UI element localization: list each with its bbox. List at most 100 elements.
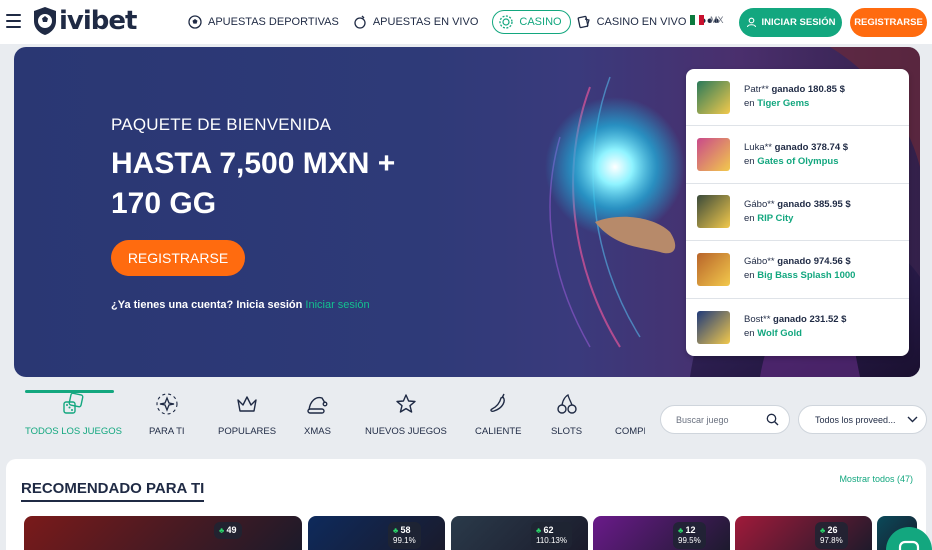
winner-game[interactable]: Big Bass Splash 1000 [757, 270, 855, 281]
banner-register-button[interactable]: REGISTRARSE [111, 240, 245, 276]
nav-apuestas-deportivas[interactable]: APUESTAS DEPORTIVAS [188, 15, 339, 29]
game-tile[interactable]: ♣ 49 [24, 516, 302, 550]
nav-casino[interactable]: CASINO [492, 10, 571, 34]
in-label: en [744, 155, 755, 167]
tab-label: SLOTS [551, 426, 583, 437]
in-label: en [744, 212, 755, 224]
game-stats: ♣ 26 97.8% [815, 522, 848, 549]
logo-text: ivibet [59, 6, 137, 36]
clover-icon: ♣ [219, 526, 225, 535]
players-count: 62 [543, 525, 554, 535]
banner-login-link[interactable]: Iniciar sesión [305, 299, 369, 311]
tab-compi[interactable]: COMPI [615, 392, 645, 437]
tab-slots[interactable]: SLOTS [551, 392, 582, 437]
players-count: 49 [226, 525, 237, 535]
clover-icon: ♣ [393, 526, 399, 535]
chili-icon [490, 393, 506, 412]
winner-row[interactable]: Bost** ganado 231.52 $ en Wolf Gold [686, 299, 909, 356]
tab-label: PARA TI [149, 426, 185, 437]
nav-label: APUESTAS EN VIVO [372, 16, 479, 28]
winner-game[interactable]: Gates of Olympus [757, 156, 838, 167]
rtp-value: 110.13% [536, 536, 567, 545]
game-tile[interactable]: ♣ 12 99.5% [593, 516, 730, 550]
search-icon[interactable] [766, 413, 779, 426]
winner-user: Luka** [744, 141, 772, 153]
game-stats: ♣ 58 99.1% [388, 522, 421, 549]
winner-text: Gábo** ganado 974.56 $ en Big Bass Splash… [744, 255, 855, 283]
clover-icon: ♣ [820, 526, 826, 535]
winner-row[interactable]: Gábo** ganado 974.56 $ en Big Bass Splash… [686, 241, 909, 299]
tab-todos-los-juegos[interactable]: TODOS LOS JUEGOS [25, 392, 122, 437]
nav-apuestas-en-vivo[interactable]: APUESTAS EN VIVO [353, 15, 479, 29]
winner-game[interactable]: Wolf Gold [757, 328, 802, 339]
live-ball-icon [354, 15, 366, 29]
winner-amount: 378.74 $ [811, 141, 849, 153]
nav-label: APUESTAS DEPORTIVAS [208, 16, 339, 28]
tab-xmas[interactable]: XMAS [304, 392, 331, 437]
winner-amount: 385.95 $ [813, 198, 851, 210]
in-label: en [744, 328, 755, 340]
game-stats: ♣ 49 [214, 522, 242, 539]
provider-select[interactable]: Todos los proveed... [798, 405, 927, 434]
recommended-section: RECOMENDADO PARA TI Mostrar todos (47) ♣… [6, 459, 926, 550]
chat-icon [898, 540, 920, 550]
winner-row[interactable]: Patr** ganado 180.85 $ en Tiger Gems [686, 69, 909, 127]
show-all-link[interactable]: Mostrar todos (47) [839, 474, 913, 484]
tab-label: XMAS [304, 426, 331, 437]
crown-icon [237, 396, 257, 412]
game-thumbnail [697, 80, 730, 114]
clover-icon: ♣ [678, 526, 684, 535]
winner-text: Gábo** ganado 385.95 $ en RIP City [744, 198, 851, 226]
mexico-flag-icon [690, 15, 705, 25]
won-label: ganado [777, 256, 812, 268]
in-label: en [744, 270, 755, 282]
game-tile[interactable]: ♣ 26 97.8% [735, 516, 872, 550]
clover-icon: ♣ [536, 526, 542, 535]
menu-icon[interactable] [6, 14, 21, 28]
language-selector[interactable]: MX [690, 15, 724, 25]
user-icon [746, 17, 756, 28]
winner-row[interactable]: Gábo** ganado 385.95 $ en RIP City [686, 184, 909, 242]
logo[interactable]: ivibet [32, 4, 137, 38]
winner-text: Bost** ganado 231.52 $ en Wolf Gold [744, 313, 846, 341]
won-label: ganado [771, 84, 806, 96]
players-count: 26 [827, 525, 838, 535]
winner-text: Luka** ganado 378.74 $ en Gates of Olympu… [744, 141, 848, 169]
soccer-ball-icon [188, 15, 202, 29]
game-thumbnail [697, 252, 730, 286]
winner-game[interactable]: Tiger Gems [757, 98, 809, 109]
live-casino-icon [577, 15, 590, 29]
game-tile[interactable]: ♣ 62 110.13% [451, 516, 588, 550]
winner-user: Bost** [744, 314, 771, 326]
winner-game[interactable]: RIP City [757, 213, 793, 224]
tab-populares[interactable]: POPULARES [218, 392, 276, 437]
tab-caliente[interactable]: CALIENTE [475, 392, 521, 437]
search-input[interactable] [676, 414, 766, 425]
winner-amount: 974.56 $ [813, 256, 851, 268]
logo-shield-icon [34, 7, 56, 35]
tab-label: NUEVOS JUEGOS [365, 426, 447, 437]
winner-text: Patr** ganado 180.85 $ en Tiger Gems [744, 83, 845, 111]
game-tile[interactable]: ♣ 58 99.1% [308, 516, 445, 550]
rtp-value: 99.5% [678, 536, 701, 545]
sparkle-star-icon [156, 393, 178, 415]
login-button[interactable]: INICIAR SESIÓN [739, 8, 842, 37]
provider-label: Todos los proveed... [815, 414, 896, 425]
banner-title: HASTA 7,500 MXN + 170 GG [111, 147, 396, 220]
tab-label: COMPI [615, 426, 645, 437]
tab-label: TODOS LOS JUEGOS [25, 426, 122, 437]
category-bar: TODOS LOS JUEGOS PARA TI POPULARES XMAS … [0, 390, 932, 456]
winner-amount: 180.85 $ [807, 84, 845, 96]
banner-login-prompt: ¿Ya tienes una cuenta? Inicia sesión Ini… [111, 299, 370, 311]
tab-para-ti[interactable]: PARA TI [149, 392, 185, 437]
game-thumbnail [697, 310, 730, 344]
winner-row[interactable]: Luka** ganado 378.74 $ en Gates of Olympu… [686, 126, 909, 184]
rtp-value: 97.8% [820, 536, 843, 545]
register-button[interactable]: REGISTRARSE [850, 8, 927, 37]
tab-nuevos-juegos[interactable]: NUEVOS JUEGOS [365, 392, 447, 437]
login-prompt-text: ¿Ya tienes una cuenta? Inicia sesión [111, 299, 303, 311]
nav-casino-en-vivo[interactable]: CASINO EN VIVO [577, 15, 686, 29]
winner-user: Gábo** [744, 198, 775, 210]
banner-subtitle: PAQUETE DE BIENVENIDA [111, 115, 332, 134]
game-thumbnail [697, 138, 730, 172]
